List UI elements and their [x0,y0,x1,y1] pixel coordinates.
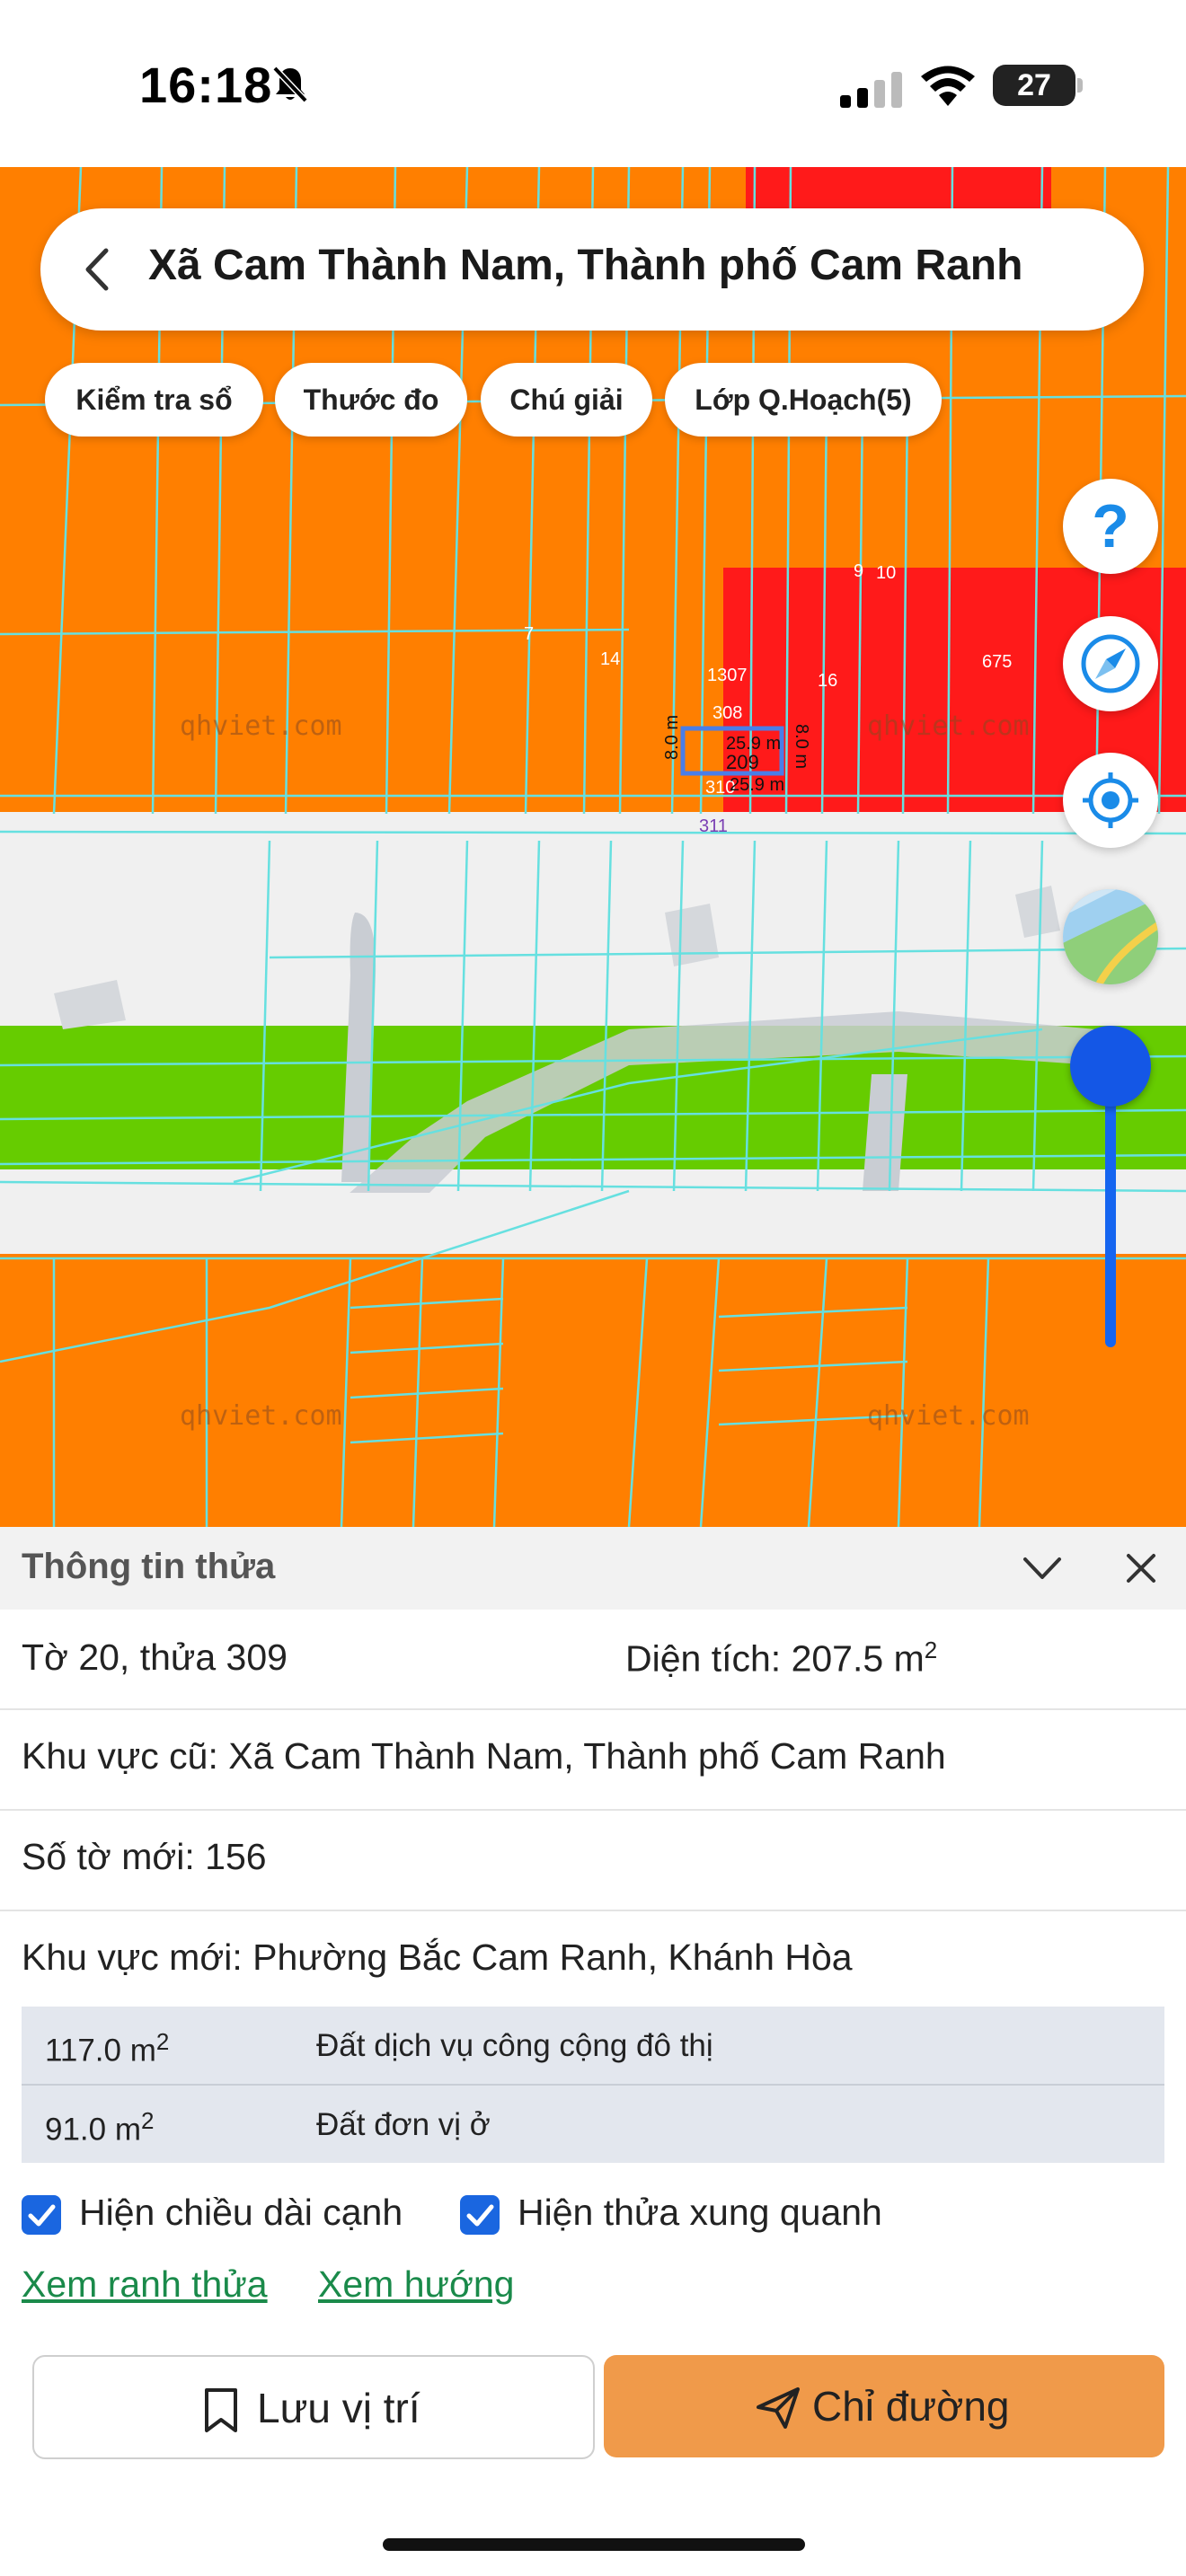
map-parcel-number: 311 [699,816,728,836]
chip-check-book[interactable]: Kiểm tra sổ [45,363,263,437]
map-watermark: qhviet.com [867,710,1030,742]
bell-muted-icon [272,66,308,103]
map-building [665,904,719,966]
parcel-area-unit-sup: 2 [924,1636,938,1663]
opacity-slider-track[interactable] [1105,1100,1116,1347]
zone-area: 91.0 m2 [45,2107,154,2148]
map-parcel-number: 10 [876,563,896,583]
zone-type: Đất đơn vị ở [316,2107,491,2142]
close-icon[interactable] [1123,1550,1159,1586]
chip-legend[interactable]: Chú giải [481,363,652,437]
save-location-label: Lưu vị trí [257,2385,420,2431]
map-parcel-number: 7 [524,624,534,644]
opacity-slider-handle[interactable] [1070,1026,1151,1107]
chip-planning-layers[interactable]: Lớp Q.Hoạch(5) [665,363,942,437]
old-area-text: Khu vực cũ: Xã Cam Thành Nam, Thành phố … [22,1735,946,1777]
bookmark-icon [205,2388,237,2432]
map-zone-residential-bottom [0,1254,1186,1527]
question-icon: ? [1092,492,1129,560]
compass-button[interactable] [1063,616,1158,711]
map-parcel-number: 9 [854,561,863,581]
land-use-table: 117.0 m2 Đất dịch vụ công cộng đô thị 91… [22,2007,1164,2163]
help-button[interactable]: ? [1063,479,1158,574]
table-row: 91.0 m2 Đất đơn vị ở [22,2086,1164,2163]
zone-type: Đất dịch vụ công cộng đô thị [316,2028,713,2063]
map-watermark: qhviet.com [180,710,342,742]
sheet-parcel-number: Tờ 20, thửa 309 [22,1636,288,1678]
status-time: 16:18 [139,57,273,113]
chevron-down-icon[interactable] [1020,1548,1065,1588]
map-layer-button[interactable] [1063,889,1158,984]
map-parcel-number: 16 [818,671,837,691]
new-area-text: Khu vực mới: Phường Bắc Cam Ranh, Khánh … [22,1936,853,1978]
zone-area: 117.0 m2 [45,2028,169,2069]
compass-icon [1081,634,1140,693]
chip-measure[interactable]: Thước đo [275,363,467,437]
map-edge-length: 25.9 m [726,734,781,754]
locate-me-button[interactable] [1063,753,1158,848]
show-edge-length-label[interactable]: Hiện chiều dài cạnh [79,2192,403,2234]
map-watermark: qhviet.com [867,1400,1030,1432]
map-parcel-number: 14 [600,649,620,669]
parcel-area: Diện tích: 207.5 m2 [625,1636,937,1681]
map-edge-length: 25.9 m [730,775,784,795]
map-parcel-number: 1307 [707,666,748,685]
map-watermark: qhviet.com [180,1400,342,1432]
new-sheet-text: Số tờ mới: 156 [22,1836,267,1877]
zone-area-value: 117.0 m [45,2033,156,2069]
table-row: 117.0 m2 Đất dịch vụ công cộng đô thị [22,2007,1164,2086]
crosshair-icon [1083,772,1138,828]
view-boundary-link[interactable]: Xem ranh thửa [22,2263,268,2306]
map-parcel-number: 675 [982,652,1012,672]
home-indicator[interactable] [383,2538,805,2551]
wifi-icon [921,66,975,106]
zone-area-unit-sup: 2 [155,2028,170,2055]
view-direction-link[interactable]: Xem hướng [318,2263,514,2306]
map-parcel-number: 209 [726,751,759,773]
map-parcel-number: 308 [712,703,742,723]
save-location-button[interactable]: Lưu vị trí [32,2355,595,2459]
back-arrow-icon[interactable] [79,245,115,294]
map-layer-icon [1063,889,1158,984]
battery-tip [1077,78,1083,93]
show-neighbors-label[interactable]: Hiện thửa xung quanh [518,2192,882,2234]
show-edge-length-checkbox[interactable] [22,2195,61,2235]
status-bar: 16:18 27 [0,0,1186,167]
panel-title: Thông tin thửa [22,1547,276,1586]
location-title[interactable]: Xã Cam Thành Nam, Thành phố Cam Ranh [148,241,1022,290]
parcel-area-value: Diện tích: 207.5 m [625,1637,925,1680]
map-edge-length: 8.0 m [662,715,682,760]
cellular-signal-icon [840,72,902,108]
checkmark-icon [466,2204,494,2227]
directions-button[interactable]: Chỉ đường [604,2355,1164,2457]
directions-label: Chỉ đường [812,2383,1010,2430]
map-edge-length: 8.0 m [792,724,811,769]
zone-area-unit-sup: 2 [141,2107,155,2134]
show-neighbors-checkbox[interactable] [460,2195,500,2235]
svg-text:?: ? [1092,492,1129,560]
zone-area-value: 91.0 m [45,2112,141,2148]
battery-indicator: 27 [993,65,1075,106]
checkmark-icon [28,2204,56,2227]
send-arrow-icon [757,2387,800,2429]
